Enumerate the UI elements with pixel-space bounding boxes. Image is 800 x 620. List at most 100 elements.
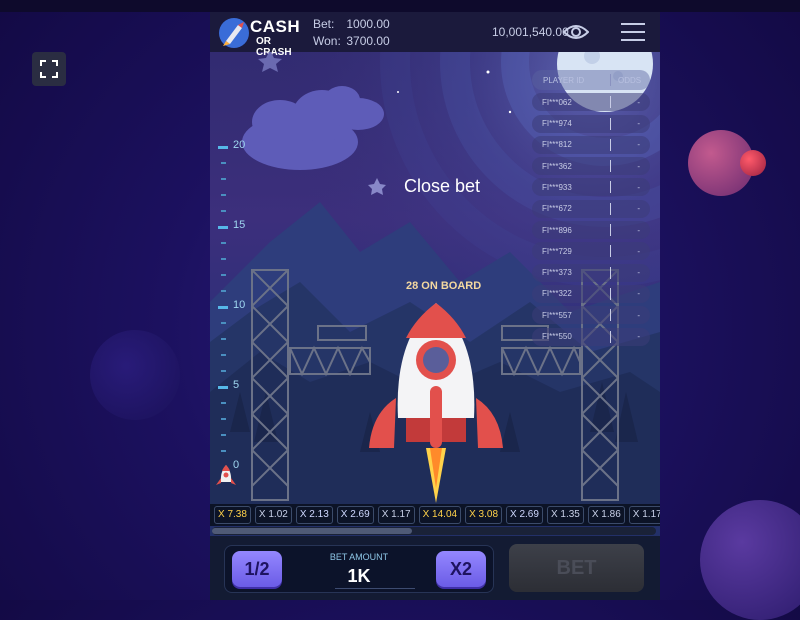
- scale-label: 15: [233, 219, 246, 231]
- history-multiplier: X 2.13: [295, 506, 333, 524]
- history-scrollbar[interactable]: [212, 527, 656, 535]
- rocket-logo-icon: [219, 18, 249, 48]
- player-row: FI***373 -: [532, 263, 650, 282]
- player-id: FI***373: [542, 268, 572, 278]
- logo: CASH OR CRASH: [218, 15, 301, 58]
- player-row: FI***550 -: [532, 327, 650, 346]
- player-odds: -: [637, 182, 640, 192]
- scale-tick: [221, 178, 226, 180]
- game-header: CASH OR CRASH Bet: 1000.00 Won: 3700.00 …: [210, 12, 660, 58]
- scale-label: 10: [233, 299, 246, 311]
- scale-tick: [221, 162, 226, 164]
- player-id: FI***550: [542, 332, 572, 342]
- odds-header: ODDS: [618, 75, 642, 85]
- scale-mark-20: [218, 146, 228, 149]
- game-scene: 20 15 10 5 0 Close bet 28 ON BOARD PLAYE…: [210, 52, 660, 512]
- mini-rocket-icon: [216, 465, 236, 485]
- bet-value: 1000.00: [346, 17, 390, 31]
- history-multiplier: X 1.17: [377, 506, 415, 524]
- player-id: FI***322: [542, 289, 572, 299]
- players-table-body: FI***062- FI***974- FI***812- FI***362- FI**…: [532, 93, 650, 346]
- history-multiplier: X 1.35: [546, 506, 584, 524]
- scale-tick: [221, 338, 226, 340]
- players-table-header: PLAYER ID ODDS: [532, 70, 650, 90]
- scale-tick: [221, 354, 226, 356]
- double-bet-button[interactable]: X2: [436, 551, 486, 587]
- scale-tick: [221, 450, 226, 452]
- player-row: FI***729 -: [532, 242, 650, 261]
- player-id: FI***062: [542, 97, 572, 107]
- player-row: FI***322 -: [532, 284, 650, 303]
- player-odds: -: [637, 119, 640, 129]
- player-odds: -: [637, 161, 640, 171]
- player-odds: -: [637, 140, 640, 150]
- player-id-header: PLAYER ID: [543, 75, 585, 85]
- player-id: FI***672: [542, 204, 572, 214]
- player-odds: -: [637, 289, 640, 299]
- top-strip: [0, 0, 800, 12]
- game-status-message: Close bet: [404, 176, 481, 196]
- player-id: FI***362: [542, 161, 572, 171]
- eye-icon[interactable]: [562, 22, 590, 45]
- history-multiplier: X 1.86: [587, 506, 625, 524]
- history-multiplier: X 7.38: [214, 506, 251, 524]
- player-odds: -: [637, 97, 640, 107]
- bet-controls: 1/2 BET AMOUNT 1K X2 BET: [210, 536, 660, 600]
- player-row: FI***557 -: [532, 306, 650, 325]
- scale-mark-10: [218, 306, 228, 309]
- player-id: FI***729: [542, 246, 572, 256]
- scale-label: 5: [233, 379, 240, 391]
- scale-tick: [221, 290, 226, 292]
- history-multiplier: X 2.69: [506, 506, 543, 524]
- bet-amount-panel: 1/2 BET AMOUNT 1K X2: [224, 545, 494, 593]
- logo-title: CASH: [250, 17, 301, 36]
- player-row: FI***062 -: [532, 93, 650, 112]
- player-id: FI***557: [542, 310, 572, 320]
- player-odds: -: [637, 332, 640, 342]
- player-id: FI***933: [542, 182, 572, 192]
- scale-tick: [221, 322, 226, 324]
- won-value: 3700.00: [346, 34, 390, 48]
- scale-tick: [221, 258, 226, 260]
- player-row: FI***362 -: [532, 157, 650, 176]
- player-row: FI***933 -: [532, 178, 650, 197]
- scale-tick: [221, 194, 226, 196]
- fullscreen-icon: [40, 60, 58, 78]
- player-row: FI***672 -: [532, 199, 650, 218]
- player-row: FI***896 -: [532, 221, 650, 240]
- scale-mark-5: [218, 386, 228, 389]
- player-odds: -: [637, 204, 640, 214]
- won-label: Won:: [313, 34, 341, 48]
- scale-tick: [221, 242, 226, 244]
- bet-label: Bet:: [313, 17, 335, 31]
- scale-tick: [221, 434, 226, 436]
- player-odds: -: [637, 310, 640, 320]
- scale-tick: [221, 274, 226, 276]
- fullscreen-button[interactable]: [32, 52, 66, 86]
- history-multiplier: X 14.04: [418, 506, 462, 524]
- players-table: PLAYER ID ODDS FI***062- FI***974- FI***81…: [532, 70, 650, 346]
- player-id: FI***974: [542, 119, 572, 129]
- scale-tick: [221, 370, 226, 372]
- rocket-icon: [369, 303, 503, 503]
- history-multiplier: X 2.69: [336, 506, 374, 524]
- history-multiplier: X 3.08: [465, 506, 503, 524]
- hamburger-menu-icon[interactable]: [620, 22, 646, 45]
- player-id: FI***896: [542, 225, 572, 235]
- player-odds: -: [637, 268, 640, 278]
- game-window: CASH OR CRASH Bet: 1000.00 Won: 3700.00 …: [210, 12, 660, 600]
- history-multiplier: X 1.02: [254, 506, 292, 524]
- bet-button[interactable]: BET: [509, 544, 644, 592]
- balance: 10,001,540.00: [492, 25, 569, 39]
- player-row: FI***812 -: [532, 135, 650, 154]
- background-planet-large: [700, 500, 800, 620]
- scale-mark-15: [218, 226, 228, 229]
- players-on-board: 28 ON BOARD: [406, 280, 482, 292]
- scrollbar-thumb[interactable]: [212, 528, 412, 534]
- scale-tick: [221, 210, 226, 212]
- bet-info: Bet: 1000.00 Won: 3700.00: [313, 16, 390, 50]
- scale-label: 20: [233, 139, 246, 151]
- background-planet-small: [740, 150, 766, 176]
- player-odds: -: [637, 225, 640, 235]
- history-multiplier: X 1.17: [628, 506, 660, 524]
